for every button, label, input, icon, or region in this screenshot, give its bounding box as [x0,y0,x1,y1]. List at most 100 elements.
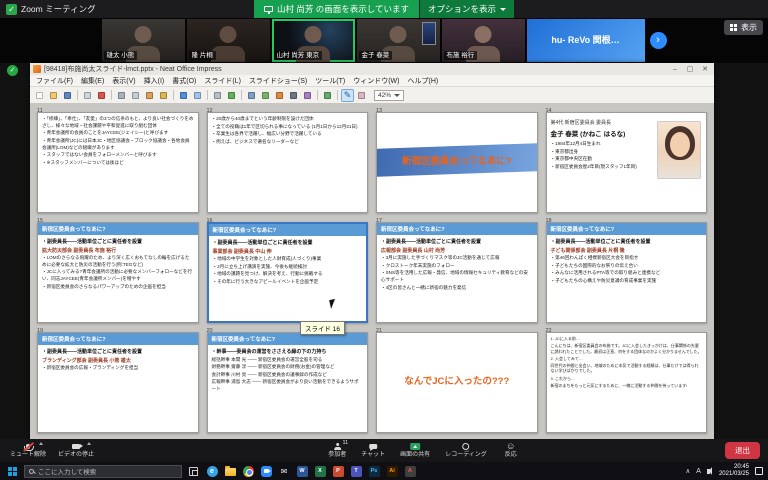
file-explorer-icon[interactable] [223,464,237,478]
control-label: 反応 [505,452,517,459]
zoom-level-select[interactable]: 42% [374,90,404,101]
slide-thumbnail-18[interactable]: 新宿区委員会ってなあに?・副委員長――活動単位ごとに責任者を設置子ども関係部会 … [546,222,708,323]
slide-body: 1. JCに入る前…こんにちは、新宿区委員会の布施です。JCに入会したきっかけは… [547,333,707,393]
taskbar-clock[interactable]: 20:45 2021/03/25 [719,464,749,478]
zoom-icon[interactable] [259,464,273,478]
slide-subtitle: ・副委員長――活動単位ごとに責任者を設置 [381,238,533,245]
toolbar-separator [337,90,338,100]
slide-thumbnail-11[interactable]: ・「修練」、「奉仕」、「友愛」の3つの信条のもと、より良い社会づくりをめざし、様… [37,112,199,213]
record-button[interactable]: レコーディング [445,442,487,459]
slide-thumbnail-12[interactable]: ・20歳から40歳までという年齢制限を設けた団体・全ての役職は1年で区切られる事… [207,112,369,213]
video-tile-4[interactable]: 金子 春菜 [357,19,440,62]
slide-bullet: ・地域の中学生を対象とした人財育成(人づくり)事業 [213,256,363,263]
task-view-button[interactable] [189,467,198,476]
acrobat-icon[interactable]: A [403,464,417,478]
video-tile-2[interactable]: 隆 片桐 [187,19,270,62]
illustrator-icon[interactable]: Ai [385,464,399,478]
photoshop-icon[interactable]: Ps [367,464,381,478]
menu-item-2[interactable]: 編集(E) [77,76,108,86]
new-document-icon[interactable] [33,89,46,102]
cut-icon[interactable] [115,89,128,102]
eraser-icon[interactable] [355,89,368,102]
share-screen-button[interactable]: 画面の共有 [400,442,430,459]
speaker-icon[interactable] [707,469,710,474]
tray-expand-icon[interactable]: ∧ [686,467,691,475]
copy-icon[interactable] [129,89,142,102]
minimize-button[interactable]: – [669,66,681,73]
redo-icon[interactable] [191,89,204,102]
unmute-button[interactable]: ミュート解除 [10,442,46,459]
chrome-icon[interactable] [241,464,255,478]
pen-icon[interactable]: ✎ [341,89,354,102]
slide-bullet: ・LOMのさらなる飛躍のため、より深く広くおもてなしの輪を広げるために必要な拡大… [42,255,194,268]
menu-item-8[interactable]: ツール(T) [311,76,349,86]
teams-icon[interactable]: T [349,464,363,478]
icon-glyph [194,92,201,99]
chat-button[interactable]: チャット [361,442,385,459]
slide-number: 18 [546,218,552,224]
video-tile-6[interactable]: hu- ReVo 関根… [527,19,645,62]
slide-thumbnail-16[interactable]: 新宿区委員会ってなあに?・副委員長――活動単位ごとに責任者を設置事業部会 副委員… [207,222,369,323]
envelope-icon-shape: ✉ [281,466,288,477]
spelling-icon[interactable] [225,89,238,102]
taskbar-search-input[interactable]: ここに入力して検索 [24,465,182,478]
image-icon[interactable] [259,89,272,102]
slide-thumbnail-21[interactable]: なんでJCに入ったの??? [376,332,538,433]
ime-indicator[interactable]: A [696,468,701,475]
slide-thumbnail-15[interactable]: 新宿区委員会ってなあに?・副委員長――活動単位ごとに責任者を設置拡大防災部会 副… [37,222,199,323]
camera-icon [67,442,85,451]
next-participants-button[interactable]: › [650,32,667,49]
clone-formatting-icon[interactable] [157,89,170,102]
mail-icon[interactable]: ✉ [277,464,291,478]
find-replace-icon[interactable] [211,89,224,102]
view-button[interactable]: 表示 [724,20,763,35]
slide-thumbnail-13[interactable]: 新宿区委員会ってなあに? [376,112,538,213]
menu-item-1[interactable]: ファイル(F) [32,76,77,86]
chart-icon[interactable] [273,89,286,102]
powerpoint-icon[interactable]: P [331,464,345,478]
reactions-button[interactable]: ☺反応 [502,442,520,459]
video-tile-3[interactable]: 山村 尚芳 東京 [272,19,355,62]
menu-item-6[interactable]: スライド(L) [200,76,245,86]
open-folder-icon[interactable] [47,89,60,102]
save-icon[interactable] [61,89,74,102]
action-center-icon[interactable] [755,467,763,475]
print-icon[interactable] [81,89,94,102]
menu-item-5[interactable]: 書式(O) [168,76,200,86]
close-button[interactable]: ✕ [699,65,711,73]
slide-thumbnail-19[interactable]: 新宿区委員会ってなあに?・副委員長――活動単位ごとに責任者を設置ブランディング部… [37,332,199,433]
word-icon[interactable]: W [295,464,309,478]
menu-item-7[interactable]: スライドショー(S) [245,76,311,86]
shapes-icon[interactable] [301,89,314,102]
start-slideshow-icon[interactable] [321,89,334,102]
slide-thumbnail-20[interactable]: 新宿区委員会ってなあに?・幹事――委員会の運営をささえる縁の下の力持ち総括幹事 … [207,332,369,433]
slide-thumbnail-17[interactable]: 新宿区委員会ってなあに?・副委員長――活動単位ごとに責任者を設置広報部会 副委員… [376,222,538,323]
undo-icon[interactable] [177,89,190,102]
text-box-icon[interactable] [287,89,300,102]
edge-icon[interactable]: e [205,464,219,478]
desktop-shortcut-icon[interactable]: ✓ [7,65,18,76]
slide-thumbnail-14[interactable]: 第4代 新宿区委員会 委員長金子 春菜 (かねこ はるな)・1984年12月4日… [546,112,708,213]
zoom-level-value: 42% [378,92,391,99]
menu-item-3[interactable]: 表示(V) [108,76,139,86]
maximize-button[interactable]: ▢ [684,65,696,73]
view-button-label: 表示 [741,22,757,33]
menu-item-9[interactable]: ウィンドウ(W) [349,76,403,86]
video-tile-1[interactable]: 雄太 小熊 [102,19,185,62]
slide-thumbnail-22[interactable]: 1. JCに入る前…こんにちは、新宿区委員会の布施です。JCに入会したきっかけは… [546,332,708,433]
view-options-button[interactable]: オプションを表示 [420,0,514,18]
slide-bullet: 会計幹事 川村 亮 ―― 新宿区委員会の議事録の作成など [212,372,364,379]
participants-button[interactable]: 11参加者 [328,442,346,459]
menu-item-10[interactable]: ヘルプ(H) [404,76,443,86]
slide-subtitle: ・幹事――委員会の運営をささえる縁の下の力持ち [212,348,364,355]
paste-icon[interactable] [143,89,156,102]
menu-item-4[interactable]: 挿入(I) [140,76,169,86]
stop-video-button[interactable]: ビデオの停止 [58,442,94,459]
table-icon[interactable] [245,89,258,102]
leave-button[interactable]: 退出 [725,442,760,459]
export-pdf-icon[interactable] [95,89,108,102]
start-button[interactable] [0,462,24,480]
excel-icon[interactable]: X [313,464,327,478]
app-title-bar[interactable]: [98418]布施尚太スライド-lmct.pptx - Neat Office … [30,63,714,75]
video-tile-5[interactable]: 布施 裕行 [442,19,525,62]
